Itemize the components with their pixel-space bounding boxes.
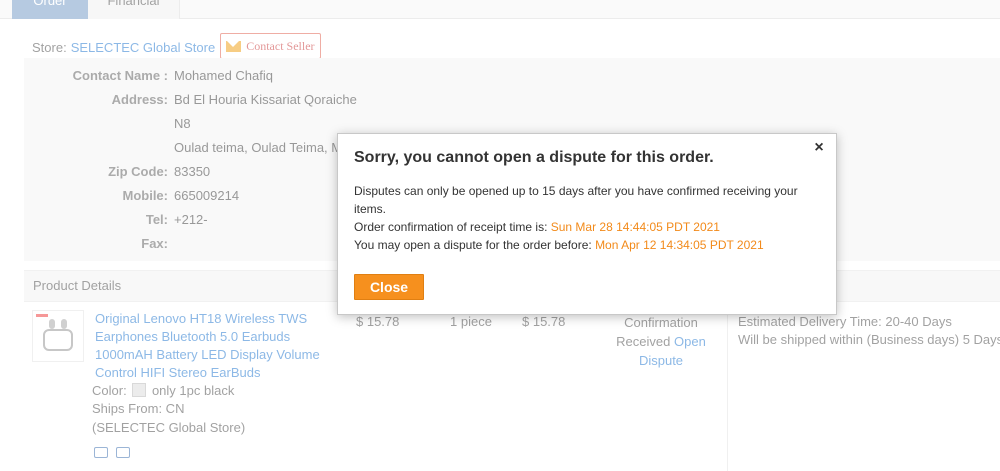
- dispute-deadline-label: You may open a dispute for the order bef…: [354, 238, 592, 252]
- dispute-rule-text: Disputes can only be opened up to 15 day…: [354, 184, 798, 216]
- dispute-deadline-line: You may open a dispute for the order bef…: [354, 236, 814, 254]
- confirmation-time-line: Order confirmation of receipt time is: S…: [354, 218, 814, 236]
- close-icon[interactable]: ×: [811, 140, 827, 156]
- dispute-error-dialog: Sorry, you cannot open a dispute for thi…: [337, 133, 837, 315]
- dispute-deadline-value: Mon Apr 12 14:34:05 PDT 2021: [595, 238, 764, 252]
- confirmation-time-label: Order confirmation of receipt time is:: [354, 220, 548, 234]
- close-button[interactable]: Close: [354, 274, 424, 300]
- confirmation-time-value: Sun Mar 28 14:44:05 PDT 2021: [550, 220, 720, 234]
- dialog-title: Sorry, you cannot open a dispute for thi…: [354, 149, 714, 166]
- dialog-body: Disputes can only be opened up to 15 day…: [354, 182, 814, 254]
